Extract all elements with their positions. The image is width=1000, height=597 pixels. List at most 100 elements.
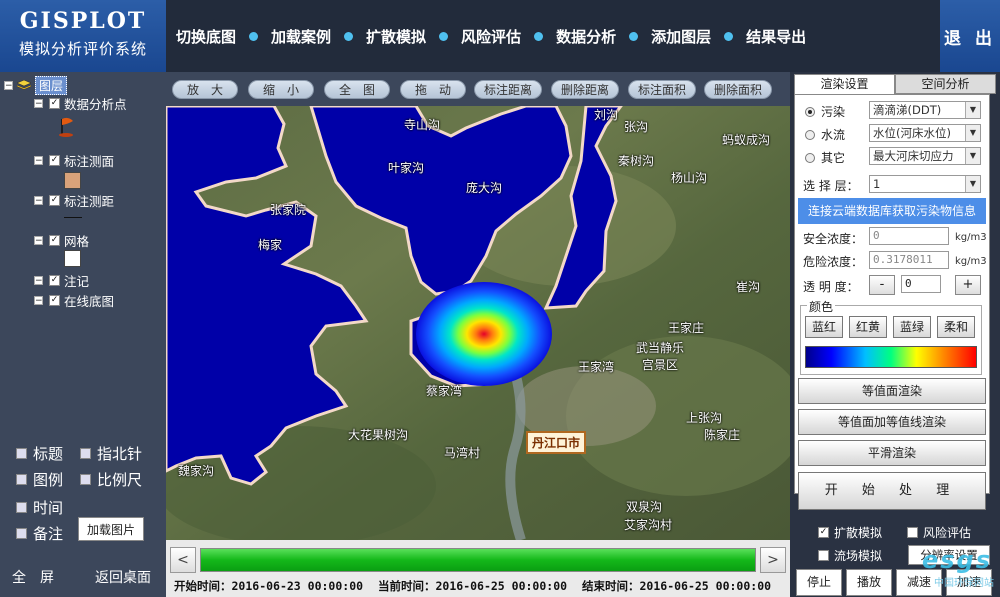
layer-item-grid[interactable]: − ✓ 网格 <box>34 231 89 250</box>
color-soft-button[interactable]: 柔和 <box>937 316 975 338</box>
cloud-db-button[interactable]: 连接云端数据库获取污染物信息 <box>798 198 986 224</box>
pollutant-select[interactable]: 滴滴涕(DDT) ▼ <box>869 101 981 119</box>
timeline-prev-button[interactable]: < <box>170 547 196 573</box>
load-image-button[interactable]: 加载图片 <box>78 517 144 541</box>
safe-concentration-input[interactable]: 0 <box>869 227 949 245</box>
nav-load-case[interactable]: 加载案例 <box>271 26 331 47</box>
resolution-settings-button[interactable]: 分辨率设置 <box>908 545 990 565</box>
layer-item-measure-distance[interactable]: − ✓ 标注测距 <box>34 191 114 210</box>
collapse-icon[interactable]: − <box>34 156 43 166</box>
option-north-arrow[interactable]: 指北针 <box>80 443 142 464</box>
color-red-yellow-button[interactable]: 红黄 <box>849 316 887 338</box>
option-note[interactable]: 备注 <box>16 523 63 544</box>
stop-button[interactable]: 停止 <box>796 569 842 596</box>
contour-fill-render-button[interactable]: 等值面渲染 <box>798 378 986 404</box>
layer-item-analysis-points[interactable]: − ✓ 数据分析点 <box>34 94 127 113</box>
collapse-icon[interactable]: − <box>34 99 43 109</box>
layer-checkbox[interactable]: ✓ <box>49 295 60 306</box>
layer-checkbox[interactable]: ✓ <box>49 235 60 246</box>
radio-button[interactable] <box>805 106 815 117</box>
radio-other[interactable]: 其它 <box>805 149 845 166</box>
collapse-icon[interactable]: − <box>34 296 43 306</box>
tab-render-settings[interactable]: 渲染设置 <box>794 74 895 94</box>
nav-switch-basemap[interactable]: 切换底图 <box>176 26 236 47</box>
color-blue-red-button[interactable]: 蓝红 <box>805 316 843 338</box>
layer-item-online-basemap[interactable]: − ✓ 在线底图 <box>34 291 114 310</box>
nav-diffusion-sim[interactable]: 扩散模拟 <box>366 26 426 47</box>
full-screen-button[interactable]: 全 屏 <box>12 567 54 587</box>
back-to-desktop-button[interactable]: 返回桌面 <box>95 567 151 587</box>
pollution-plume[interactable] <box>416 282 552 386</box>
option-checkbox[interactable]: ✓ <box>818 527 829 538</box>
option-checkbox[interactable] <box>907 527 918 538</box>
radio-pollution[interactable]: 污染 <box>805 103 845 120</box>
option-scale-bar[interactable]: 比例尺 <box>80 469 142 490</box>
timeline-progress-fill <box>201 549 755 571</box>
option-checkbox[interactable] <box>80 448 91 459</box>
radio-button[interactable] <box>805 129 815 140</box>
chevron-down-icon[interactable]: ▼ <box>965 176 980 192</box>
map-view[interactable]: 寺山沟 刘沟 张沟 蚂蚁成沟 叶家沟 秦树沟 杨山沟 庞大沟 张家院 梅家 崔沟… <box>166 106 790 540</box>
collapse-icon[interactable]: − <box>34 276 43 286</box>
nav-data-analysis[interactable]: 数据分析 <box>556 26 616 47</box>
zoom-out-button[interactable]: 缩 小 <box>248 80 314 99</box>
collapse-icon[interactable]: − <box>4 81 13 91</box>
chevron-down-icon[interactable]: ▼ <box>965 148 980 164</box>
diffusion-sim-option[interactable]: ✓ 扩散模拟 <box>818 524 882 541</box>
nav-separator-dot <box>724 31 734 41</box>
color-blue-green-button[interactable]: 蓝绿 <box>893 316 931 338</box>
nav-export-result[interactable]: 结果导出 <box>746 26 806 47</box>
layer-checkbox[interactable]: ✓ <box>49 155 60 166</box>
opacity-input[interactable]: 0 <box>901 275 941 293</box>
risk-assessment-option[interactable]: 风险评估 <box>907 524 971 541</box>
exit-button[interactable]: 退 出 <box>940 0 1000 72</box>
option-time[interactable]: 时间 <box>16 497 63 518</box>
start-processing-button[interactable]: 开 始 处 理 <box>798 472 986 510</box>
option-checkbox[interactable] <box>818 550 829 561</box>
delete-area-button[interactable]: 删除面积 <box>704 80 772 99</box>
flow-field-option[interactable]: 流场模拟 <box>818 547 882 564</box>
layer-item-measure-area[interactable]: − ✓ 标注测面 <box>34 151 114 170</box>
option-checkbox[interactable] <box>16 502 27 513</box>
delete-distance-button[interactable]: 删除距离 <box>551 80 619 99</box>
contour-fill-line-render-button[interactable]: 等值面加等值线渲染 <box>798 409 986 435</box>
flow-select[interactable]: 水位(河床水位) ▼ <box>869 124 981 142</box>
nav-add-layer[interactable]: 添加图层 <box>651 26 711 47</box>
measure-distance-button[interactable]: 标注距离 <box>474 80 542 99</box>
option-legend[interactable]: 图例 <box>16 469 63 490</box>
layer-item-annotation[interactable]: − ✓ 注记 <box>34 271 89 290</box>
other-select[interactable]: 最大河床切应力 ▼ <box>869 147 981 165</box>
slow-down-button[interactable]: 减速 <box>896 569 942 596</box>
layer-tree-root[interactable]: − 图层 <box>4 76 68 95</box>
nav-risk-assessment[interactable]: 风险评估 <box>461 26 521 47</box>
option-title[interactable]: 标题 <box>16 443 63 464</box>
current-time-value: 2016-06-25 00:00:00 <box>435 579 568 593</box>
full-extent-button[interactable]: 全 图 <box>324 80 390 99</box>
zoom-in-button[interactable]: 放 大 <box>172 80 238 99</box>
layer-select[interactable]: 1 ▼ <box>869 175 981 193</box>
smooth-render-button[interactable]: 平滑渲染 <box>798 440 986 466</box>
option-checkbox[interactable] <box>16 474 27 485</box>
option-checkbox[interactable] <box>16 528 27 539</box>
collapse-icon[interactable]: − <box>34 236 43 246</box>
chevron-down-icon[interactable]: ▼ <box>965 125 980 141</box>
collapse-icon[interactable]: − <box>34 196 43 206</box>
speed-up-button[interactable]: 加速 <box>946 569 992 596</box>
chevron-down-icon[interactable]: ▼ <box>965 102 980 118</box>
timeline-next-button[interactable]: > <box>760 547 786 573</box>
timeline-progress[interactable] <box>200 548 756 572</box>
measure-area-button[interactable]: 标注面积 <box>628 80 696 99</box>
pan-button[interactable]: 拖 动 <box>400 80 466 99</box>
option-checkbox[interactable] <box>80 474 91 485</box>
opacity-decrease-button[interactable]: - <box>869 275 895 295</box>
opacity-increase-button[interactable]: + <box>955 275 981 295</box>
danger-concentration-input[interactable]: 0.3178011 <box>869 251 949 269</box>
tab-spatial-analysis[interactable]: 空间分析 <box>895 74 996 94</box>
layer-checkbox[interactable]: ✓ <box>49 195 60 206</box>
radio-button[interactable] <box>805 152 815 163</box>
option-checkbox[interactable] <box>16 448 27 459</box>
layer-checkbox[interactable]: ✓ <box>49 98 60 109</box>
radio-flow[interactable]: 水流 <box>805 126 845 143</box>
play-button[interactable]: 播放 <box>846 569 892 596</box>
layer-checkbox[interactable]: ✓ <box>49 275 60 286</box>
